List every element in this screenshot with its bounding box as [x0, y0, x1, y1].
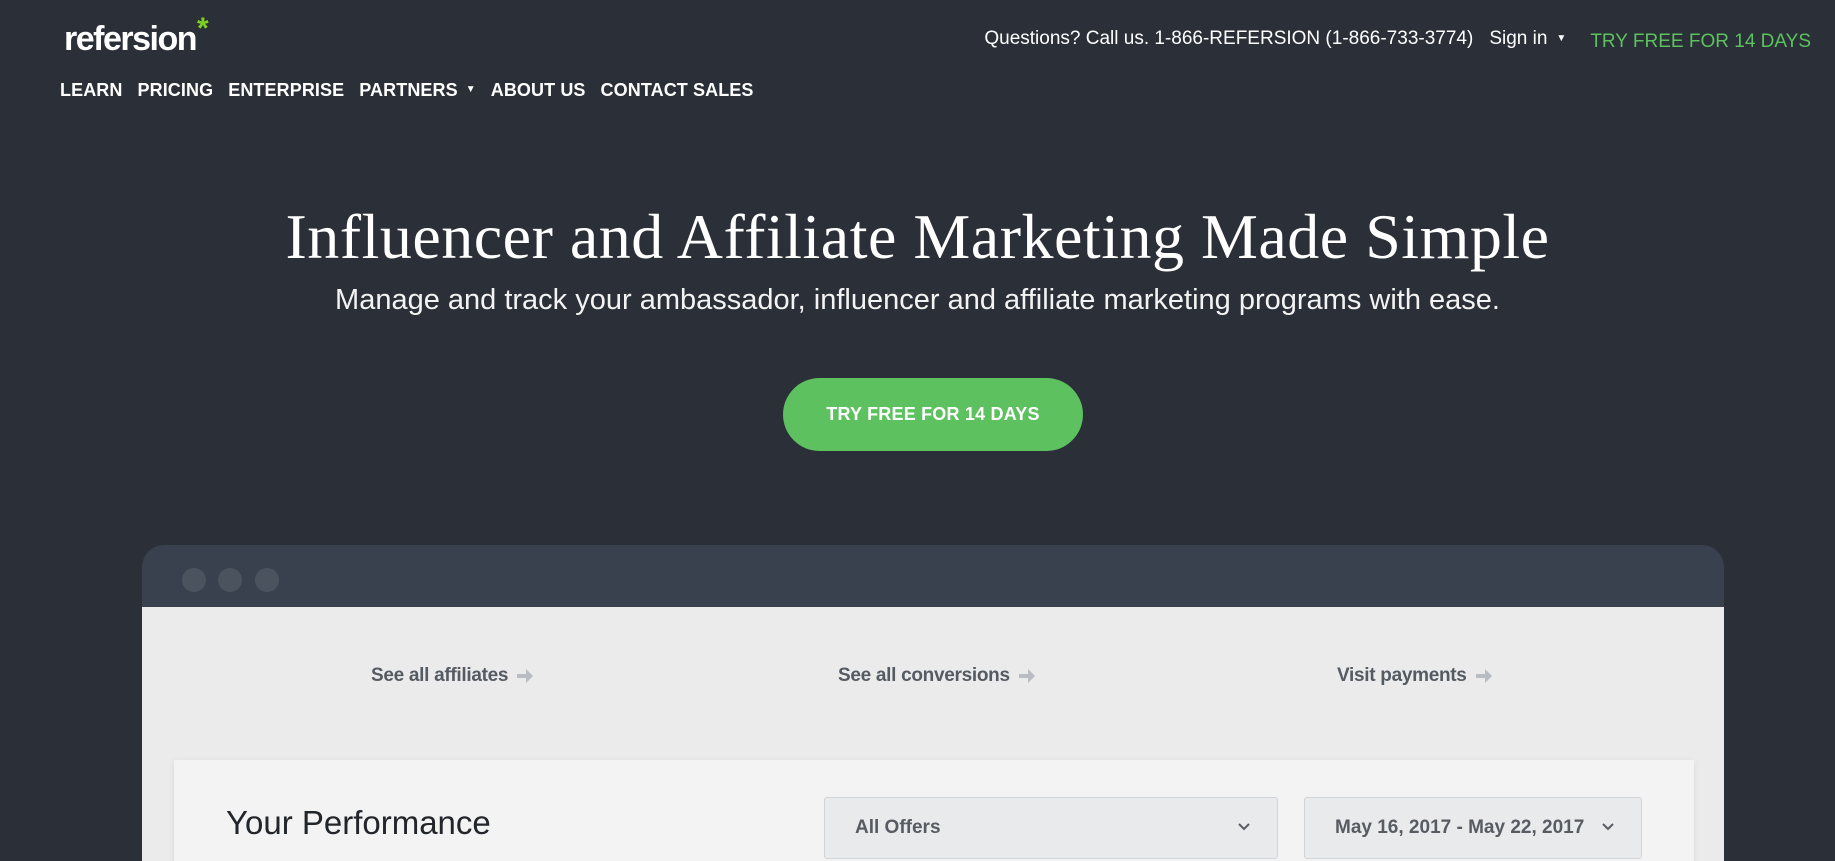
quick-link-label: See all affiliates	[371, 665, 509, 686]
nav-item-partners-label: PARTNERS	[359, 80, 458, 100]
quick-link-label: See all conversions	[838, 665, 1010, 686]
logo-star-icon: *	[197, 12, 209, 45]
logo-text: refersion	[64, 20, 198, 58]
date-range-select[interactable]: May 16, 2017 - May 22, 2017	[1304, 797, 1642, 859]
hero-subtitle: Manage and track your ambassador, influe…	[335, 284, 1500, 316]
caret-down-icon: ▼	[1556, 32, 1567, 44]
nav-item-contact-sales[interactable]: CONTACT SALES	[601, 80, 754, 101]
see-all-affiliates-link[interactable]: See all affiliates	[371, 665, 534, 687]
main-nav: LEARN PRICING ENTERPRISE PARTNERS ▼ ABOU…	[60, 80, 769, 101]
window-dot-icon	[255, 568, 279, 592]
mockup-window-body: See all affiliates See all conversions V…	[142, 607, 1724, 861]
page: refersion* Questions? Call us. 1-866-REF…	[0, 0, 1835, 861]
arrow-right-icon	[516, 668, 534, 684]
try-free-link[interactable]: TRY FREE FOR 14 DAYS	[1590, 31, 1811, 53]
chevron-down-icon	[1601, 822, 1615, 832]
see-all-conversions-link[interactable]: See all conversions	[838, 665, 1036, 687]
phone-text: Questions? Call us. 1-866-REFERSION (1-8…	[984, 28, 1474, 49]
chevron-down-icon	[1237, 822, 1251, 832]
quick-link-label: Visit payments	[1337, 665, 1467, 686]
nav-item-learn[interactable]: LEARN	[60, 80, 123, 101]
signin-label: Sign in	[1489, 28, 1548, 49]
performance-card: Your Performance All Offers May 16, 2017…	[174, 760, 1694, 861]
visit-payments-link[interactable]: Visit payments	[1337, 665, 1493, 687]
nav-item-partners[interactable]: PARTNERS ▼	[359, 80, 475, 101]
hero-title: Influencer and Affiliate Marketing Made …	[285, 201, 1550, 272]
arrow-right-icon	[1018, 668, 1036, 684]
caret-down-icon: ▼	[465, 84, 476, 95]
nav-item-pricing[interactable]: PRICING	[138, 80, 214, 101]
nav-item-about-us[interactable]: ABOUT US	[491, 80, 586, 101]
signin-dropdown[interactable]: Sign in ▼	[1489, 28, 1566, 50]
arrow-right-icon	[1475, 668, 1493, 684]
offers-select[interactable]: All Offers	[824, 797, 1278, 859]
date-range-value: May 16, 2017 - May 22, 2017	[1335, 817, 1585, 838]
top-bar: Questions? Call us. 1-866-REFERSION (1-8…	[984, 28, 1811, 53]
offers-select-value: All Offers	[855, 817, 941, 838]
window-dot-icon	[218, 568, 242, 592]
performance-title: Your Performance	[226, 804, 491, 841]
mockup-window-titlebar	[142, 545, 1724, 607]
window-dot-icon	[182, 568, 206, 592]
logo[interactable]: refersion*	[64, 14, 209, 58]
try-free-button[interactable]: TRY FREE FOR 14 DAYS	[783, 378, 1083, 451]
nav-item-enterprise[interactable]: ENTERPRISE	[228, 80, 344, 101]
